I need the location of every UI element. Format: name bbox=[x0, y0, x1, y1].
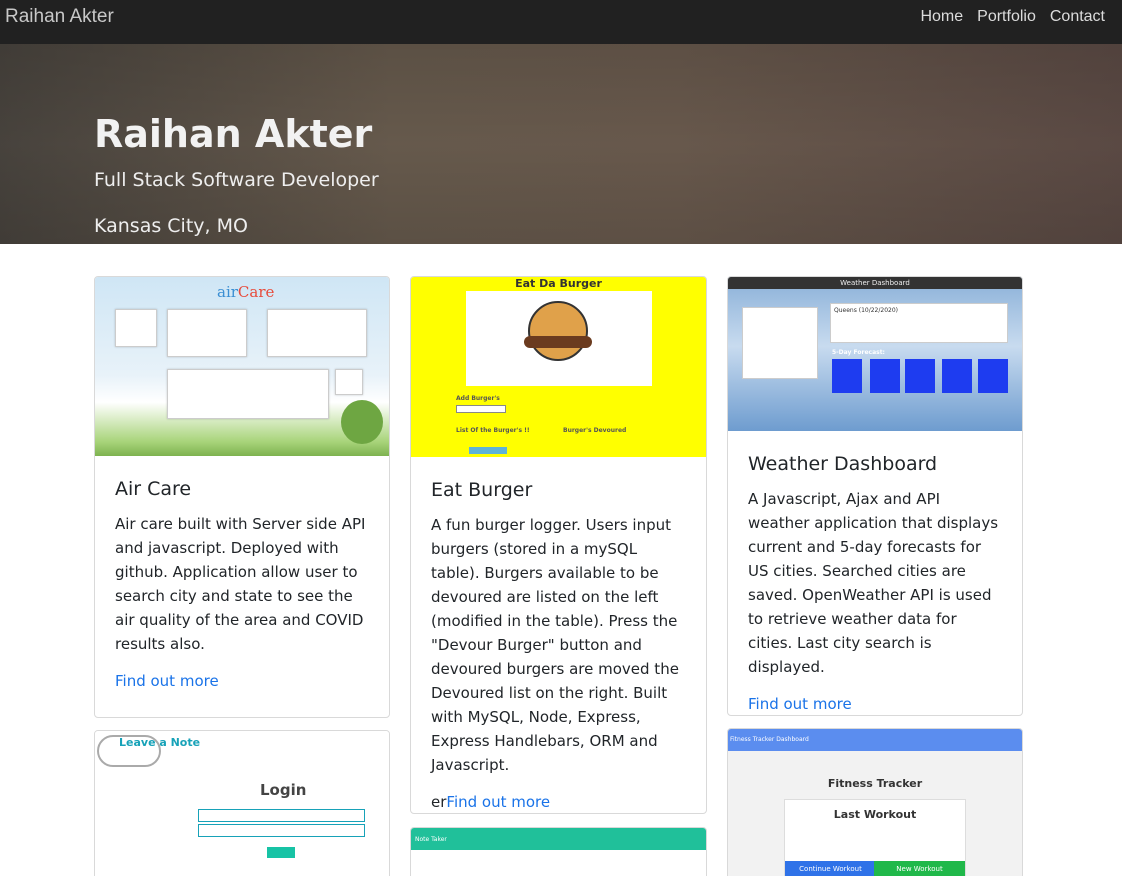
find-out-more-link[interactable]: Find out more bbox=[748, 695, 1002, 713]
hero-name: Raihan Akter bbox=[94, 112, 373, 156]
project-screenshot: Leave a Note Login bbox=[95, 731, 389, 876]
nav-portfolio-link[interactable]: Portfolio bbox=[977, 8, 1036, 26]
project-screenshot: Eat Da Burger Add Burger's List Of the B… bbox=[411, 277, 706, 457]
screenshot-panel bbox=[167, 369, 329, 419]
screenshot-navbar: Fitness Tracker Dashboard bbox=[728, 729, 1022, 751]
project-screenshot: airCare bbox=[95, 277, 389, 456]
navbar: Raihan Akter Home Portfolio Contact bbox=[0, 0, 1122, 44]
screenshot-forecast-label: 5-Day Forecast: bbox=[832, 349, 885, 356]
forecast-tile bbox=[905, 359, 935, 393]
forecast-tile bbox=[978, 359, 1008, 393]
card-text: A Javascript, Ajax and API weather appli… bbox=[748, 490, 999, 676]
project-screenshot: Weather Dashboard Queens (10/22/2020) 5-… bbox=[728, 277, 1022, 431]
screenshot-panel bbox=[167, 309, 247, 357]
screenshot-button bbox=[469, 447, 507, 454]
card-title: Air Care bbox=[115, 478, 192, 500]
leave-a-note-logo-text: Leave a Note bbox=[119, 736, 201, 749]
hero-banner: Raihan Akter Full Stack Software Develop… bbox=[0, 44, 1122, 244]
hero-subtitle: Full Stack Software Developer bbox=[94, 169, 379, 191]
card-link-prefix: er bbox=[431, 793, 447, 811]
screenshot-login-heading: Login bbox=[260, 781, 307, 799]
burger-patty bbox=[524, 336, 592, 348]
screenshot-navbar: Note Taker bbox=[411, 828, 706, 850]
project-card-eat-burger: Eat Da Burger Add Burger's List Of the B… bbox=[410, 276, 707, 814]
screenshot-label: Burger's Devoured bbox=[563, 427, 627, 434]
find-out-more-row: erFind out more bbox=[431, 793, 686, 811]
screenshot-button-label: Continue Workout bbox=[799, 865, 862, 873]
project-screenshot: Note Taker bbox=[411, 828, 706, 876]
tree-image bbox=[341, 400, 383, 444]
hero-location: Kansas City, MO bbox=[94, 215, 248, 237]
project-card-fitness-tracker: Fitness Tracker Dashboard Fitness Tracke… bbox=[727, 728, 1023, 876]
nav-contact-link[interactable]: Contact bbox=[1050, 8, 1105, 26]
project-card-air-care: airCare Air Care Air care built with Ser… bbox=[94, 276, 390, 718]
screenshot-input bbox=[198, 809, 365, 822]
screenshot-button-label: New Workout bbox=[896, 865, 943, 873]
screenshot-panel bbox=[115, 309, 157, 347]
card-text: Air care built with Server side API and … bbox=[115, 515, 366, 653]
screenshot-label: Add Burger's bbox=[456, 395, 500, 402]
screenshot-button: New Workout bbox=[874, 861, 965, 876]
forecast-tile bbox=[870, 359, 900, 393]
screenshot-input bbox=[198, 824, 365, 837]
nav-links: Home Portfolio Contact bbox=[920, 8, 1105, 26]
screenshot-sidebar bbox=[742, 307, 818, 379]
screenshot-title: Eat Da Burger bbox=[515, 277, 602, 290]
screenshot-current-weather: Queens (10/22/2020) bbox=[830, 303, 1008, 343]
forecast-tile bbox=[832, 359, 862, 393]
project-card-leave-a-note: Leave a Note Login bbox=[94, 730, 390, 876]
card-text: A fun burger logger. Users input burgers… bbox=[431, 516, 679, 774]
screenshot-input bbox=[456, 405, 506, 413]
find-out-more-link[interactable]: Find out more bbox=[115, 672, 369, 690]
forecast-tile bbox=[942, 359, 972, 393]
screenshot-title: Fitness Tracker bbox=[827, 777, 923, 790]
find-out-more-link[interactable]: Find out more bbox=[446, 793, 550, 811]
card-title: Eat Burger bbox=[431, 479, 533, 501]
screenshot-workout-box: Last Workout Continue Workout New Workou… bbox=[784, 799, 966, 876]
screenshot-panel bbox=[335, 369, 363, 395]
nav-home-link[interactable]: Home bbox=[920, 8, 963, 26]
project-card-note-taker: Note Taker bbox=[410, 827, 707, 876]
burger-icon bbox=[528, 301, 588, 361]
burger-illustration bbox=[466, 291, 652, 386]
screenshot-button: Continue Workout bbox=[785, 861, 876, 876]
air-care-logo: airCare bbox=[217, 283, 275, 301]
card-title: Weather Dashboard bbox=[748, 453, 938, 475]
screenshot-title: Weather Dashboard bbox=[728, 277, 1022, 289]
screenshot-label: List Of the Burger's !! bbox=[456, 427, 530, 434]
brand-link[interactable]: Raihan Akter bbox=[5, 6, 114, 28]
project-screenshot: Fitness Tracker Dashboard Fitness Tracke… bbox=[728, 729, 1022, 876]
screenshot-button bbox=[267, 847, 295, 858]
project-card-weather-dashboard: Weather Dashboard Queens (10/22/2020) 5-… bbox=[727, 276, 1023, 716]
screenshot-panel bbox=[267, 309, 367, 357]
screenshot-heading: Last Workout bbox=[833, 808, 917, 821]
screenshot-city: Queens (10/22/2020) bbox=[834, 307, 899, 314]
